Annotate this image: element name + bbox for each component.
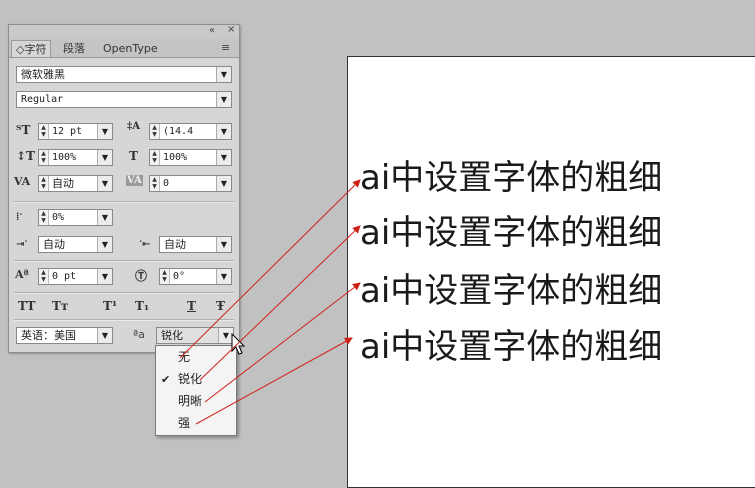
arrow-4 <box>195 337 353 425</box>
annotation-arrows <box>179 179 361 425</box>
arrow-1 <box>179 179 361 359</box>
arrow-2 <box>199 225 361 381</box>
